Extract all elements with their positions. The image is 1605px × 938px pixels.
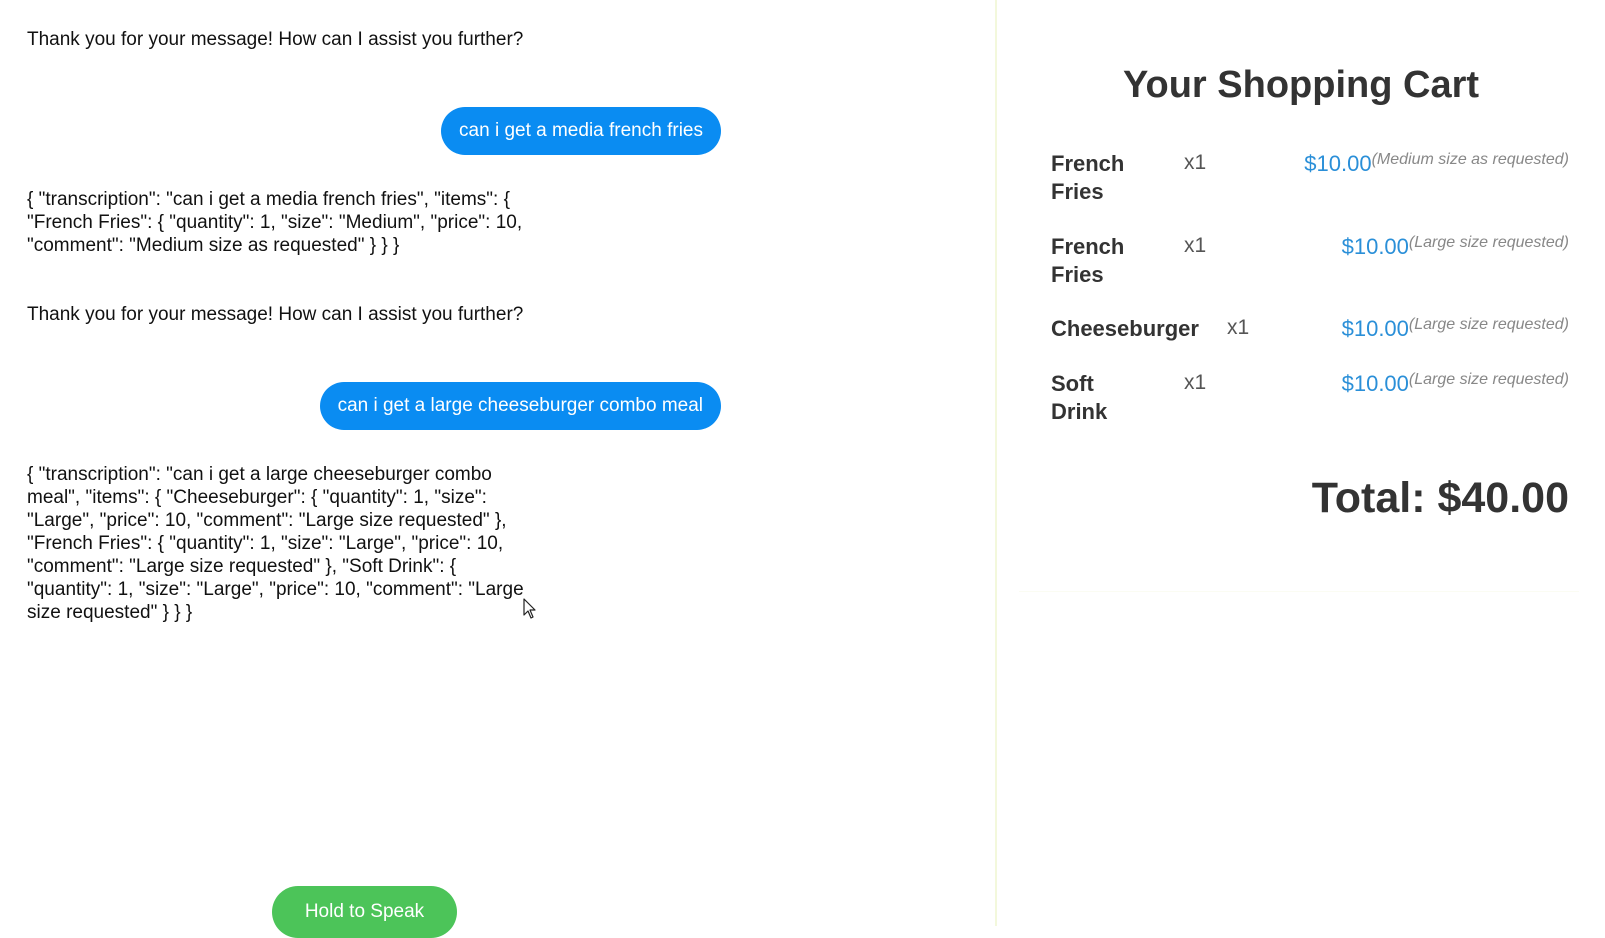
cart-item-comment: (Large size requested) [1408,234,1569,251]
divider-line [1019,591,1579,592]
user-message-bubble: can i get a large cheeseburger combo mea… [319,382,721,430]
cart-item-row: Soft Drink x1 $10.00 (Large size request… [1051,370,1569,426]
user-message-bubble: can i get a media french fries [441,107,721,155]
shopping-cart-panel: Your Shopping Cart French Fries x1 $10.0… [997,0,1605,926]
hold-to-speak-button[interactable]: Hold to Speak [272,886,457,938]
cart-item-row: French Fries x1 $10.00 (Medium size as r… [1051,150,1569,206]
cart-item-row: Cheeseburger x1 $10.00 (Large size reque… [1051,315,1569,343]
cart-item-price: $10.00 [1341,316,1409,341]
mouse-pointer-icon [523,598,536,619]
cart-item-qty: x1 [1226,316,1250,339]
cart-item-name: Cheeseburger [1051,316,1199,341]
cart-total: Total: $40.00 [1311,474,1569,522]
bot-message-json: { "transcription": "can i get a large ch… [27,464,524,623]
cart-item-comment: (Large size requested) [1408,316,1569,333]
cart-item-qty: x1 [1184,151,1207,174]
cart-item-qty: x1 [1184,234,1207,257]
cart-item-comment: (Medium size as requested) [1371,151,1569,168]
cart-item-name: Soft Drink [1051,371,1108,424]
cart-item-price: $10.00 [1304,151,1372,176]
cart-item-row: French Fries x1 $10.00 (Large size reque… [1051,233,1569,289]
chat-panel: Thank you for your message! How can I as… [0,0,996,938]
bot-message: Thank you for your message! How can I as… [27,29,524,50]
cart-item-name: French Fries [1051,234,1125,287]
cart-item-qty: x1 [1184,371,1207,394]
bot-message-json: { "transcription": "can i get a media fr… [27,189,523,256]
cart-item-price: $10.00 [1341,234,1409,259]
cart-item-name: French Fries [1051,151,1125,204]
cart-title: Your Shopping Cart [1122,64,1480,106]
cart-item-comment: (Large size requested) [1408,371,1569,388]
cart-item-price: $10.00 [1341,371,1409,396]
bot-message: Thank you for your message! How can I as… [27,304,524,325]
